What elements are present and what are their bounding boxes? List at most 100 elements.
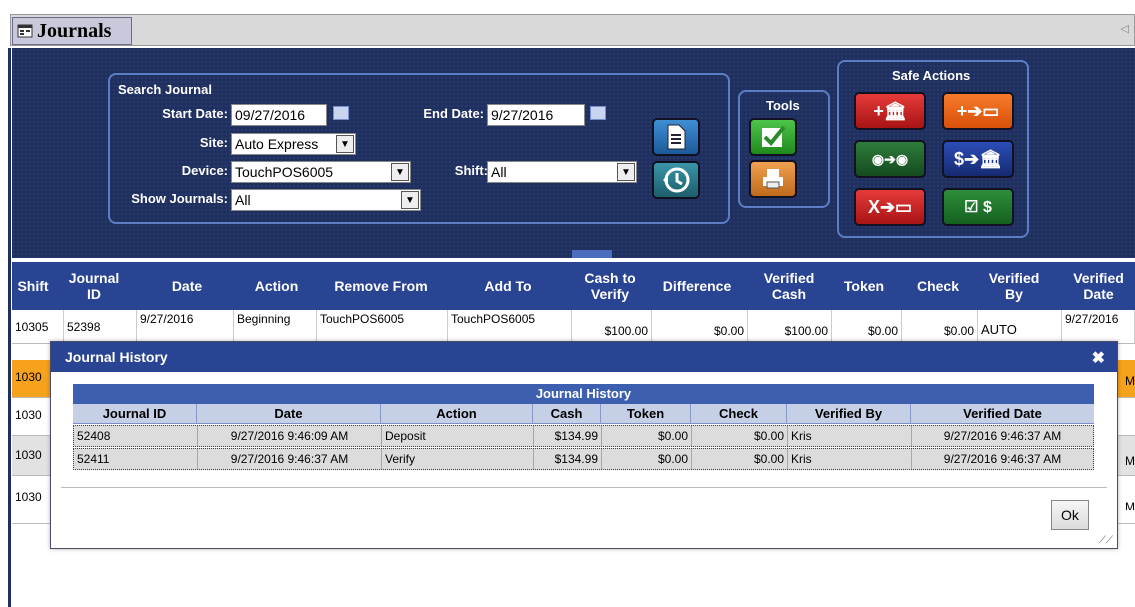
table-row[interactable]: 10305 52398 9/27/2016 Beginning TouchPOS… (12, 310, 1135, 344)
cash-to-bank-icon: $➔🏛 (954, 148, 1002, 169)
tab-journals[interactable]: Journals (12, 17, 132, 45)
remove-drawer-icon: X➔▭ (867, 196, 913, 217)
add-to-safe-button[interactable]: +🏛 (854, 92, 926, 130)
grid-cell-check: $0.00 (692, 426, 788, 446)
col-check[interactable]: Check (902, 262, 974, 310)
checkmark-icon (762, 125, 786, 147)
col-add-to[interactable]: Add To (448, 262, 568, 310)
document-icon (667, 124, 686, 150)
start-date-calendar-icon[interactable] (333, 106, 349, 120)
shift-select[interactable]: All ▼ (487, 161, 637, 183)
search-panel: Search Journal Start Date: 09/27/2016 En… (12, 48, 1135, 258)
window-icon (17, 24, 33, 38)
grid-cell-verified-by: Kris (788, 449, 912, 469)
chevron-down-icon: ▼ (617, 163, 635, 181)
cell-shift: 1030 (15, 408, 42, 422)
ok-button[interactable]: Ok (1051, 500, 1089, 530)
col-remove-from[interactable]: Remove From (317, 262, 445, 310)
dialog-divider (61, 487, 1107, 488)
verify-cash-button[interactable]: ☑ $ (942, 188, 1014, 226)
chevron-down-icon: ▼ (336, 135, 354, 153)
chevron-down-icon: ▼ (391, 163, 409, 181)
history-button[interactable] (652, 161, 700, 199)
col-token[interactable]: Token (832, 262, 896, 310)
grid-cell-action: Verify (382, 449, 534, 469)
cell-verified-by: AUTO (978, 310, 1062, 344)
grid-cell-verified-by: Kris (788, 426, 912, 446)
cell-token: $0.00 (832, 310, 902, 344)
grid-col-journal-id[interactable]: Journal ID (73, 404, 197, 424)
col-verified-cash[interactable]: Verified Cash (748, 262, 830, 310)
grid-title: Journal History (73, 384, 1094, 404)
tools-label: Tools (766, 98, 800, 113)
cell-shift: 10305 (12, 310, 64, 344)
site-value: Auto Express (235, 136, 319, 152)
show-journals-select[interactable]: All ▼ (231, 189, 421, 211)
cash-to-safe-button[interactable]: $➔🏛 (942, 140, 1014, 178)
col-date[interactable]: Date (137, 262, 237, 310)
grid-cell-date: 9/27/2016 9:46:37 AM (198, 449, 382, 469)
bank-add-icon: +🏛 (873, 100, 907, 121)
chevron-down-icon: ▼ (401, 191, 419, 209)
journal-history-grid: Journal History Journal ID Date Action C… (73, 384, 1094, 470)
grid-col-check[interactable]: Check (691, 404, 787, 424)
resize-grip-icon[interactable]: ⟋⟋ (1099, 535, 1113, 546)
grid-cell-date: 9/27/2016 9:46:09 AM (198, 426, 382, 446)
device-select[interactable]: TouchPOS6005 ▼ (231, 161, 411, 183)
grid-col-token[interactable]: Token (601, 404, 691, 424)
cell-cash-to-verify: $100.00 (572, 310, 652, 344)
end-date-calendar-icon[interactable] (590, 106, 606, 120)
grid-cell-token: $0.00 (602, 449, 692, 469)
col-verified-by[interactable]: Verified By (978, 262, 1050, 310)
verify-cash-icon: ☑ $ (964, 199, 992, 216)
cell-verified-date: 9/27/2016 (1062, 310, 1135, 344)
col-action[interactable]: Action (234, 262, 319, 310)
dialog-title: Journal History (65, 349, 168, 365)
grid-row[interactable]: 52411 9/27/2016 9:46:37 AM Verify $134.9… (73, 448, 1094, 470)
grid-cell-check: $0.00 (692, 449, 788, 469)
cell-verified-date: M (1125, 454, 1135, 468)
scroll-left-icon[interactable]: ◁ (1121, 22, 1129, 35)
print-button[interactable] (749, 160, 797, 198)
col-shift[interactable]: Shift (12, 262, 54, 310)
cell-add-to: TouchPOS6005 (448, 310, 572, 344)
grid-row[interactable]: 52408 9/27/2016 9:46:09 AM Deposit $134.… (73, 425, 1094, 447)
remove-to-drawer-button[interactable]: X➔▭ (854, 188, 926, 226)
grid-col-action[interactable]: Action (381, 404, 533, 424)
grid-col-verified-by[interactable]: Verified By (787, 404, 911, 424)
site-label: Site: (199, 135, 228, 150)
verify-button[interactable] (749, 118, 797, 156)
panel-collapse-handle[interactable] (572, 250, 612, 258)
report-button[interactable] (652, 118, 700, 156)
col-difference[interactable]: Difference (652, 262, 742, 310)
grid-header: Journal ID Date Action Cash Token Check … (73, 404, 1094, 424)
coin-transfer-button[interactable]: ◉➔◉ (854, 140, 926, 178)
grid-col-verified-date[interactable]: Verified Date (911, 404, 1094, 424)
close-icon[interactable]: ✖ (1092, 348, 1105, 368)
printer-icon (763, 169, 783, 189)
shift-value: All (491, 164, 507, 180)
col-verified-date[interactable]: Verified Date (1062, 262, 1135, 310)
grid-col-cash[interactable]: Cash (533, 404, 601, 424)
end-date-input[interactable]: 9/27/2016 (487, 104, 585, 126)
col-cash-to-verify[interactable]: Cash to Verify (572, 262, 648, 310)
grid-col-date[interactable]: Date (197, 404, 381, 424)
cell-difference: $0.00 (652, 310, 748, 344)
safe-actions-label: Safe Actions (892, 68, 971, 83)
col-journal-id[interactable]: Journal ID (64, 262, 124, 310)
end-date-label: End Date: (423, 106, 484, 121)
cell-check: $0.00 (902, 310, 978, 344)
dialog-title-bar[interactable]: Journal History (51, 342, 1117, 372)
site-select[interactable]: Auto Express ▼ (231, 133, 356, 155)
grid-cell-journal-id: 52411 (74, 449, 198, 469)
cell-verified-date: M (1125, 374, 1135, 388)
grid-cell-cash: $134.99 (534, 426, 602, 446)
left-border (8, 48, 11, 607)
show-journals-label: Show Journals: (131, 191, 228, 206)
start-date-input[interactable]: 09/27/2016 (231, 104, 327, 126)
tab-strip (10, 14, 1135, 46)
cell-date: 9/27/2016 (137, 310, 234, 344)
add-to-drawer-button[interactable]: +➔▭ (942, 92, 1014, 130)
show-journals-value: All (235, 192, 251, 208)
drawer-add-icon: +➔▭ (956, 100, 1000, 121)
